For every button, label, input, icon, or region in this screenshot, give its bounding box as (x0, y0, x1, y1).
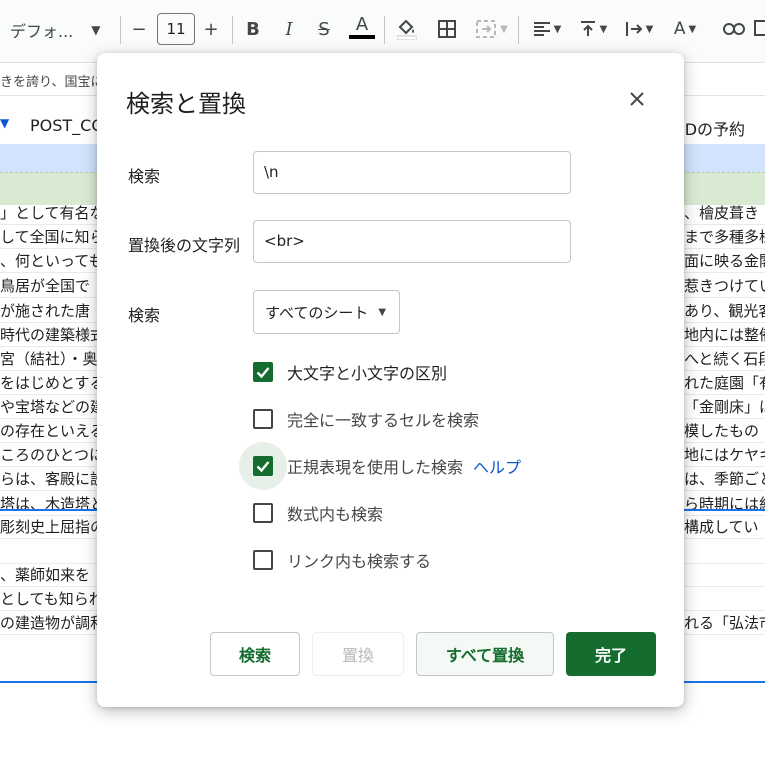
row-cell-right[interactable]: 、檜皮葺き (684, 202, 759, 223)
row-cell-right[interactable]: 地にはケヤキ (684, 444, 765, 465)
row-cell-left[interactable]: をはじめとする (0, 372, 105, 393)
row-cell-right[interactable]: あり、観光客 (684, 300, 765, 321)
bold-button[interactable]: B (242, 14, 264, 44)
replace-all-button[interactable]: すべて置換 (416, 632, 554, 676)
filter-arrow-icon[interactable]: ▼ (0, 116, 9, 130)
option-regex[interactable]: 正規表現を使用した検索 ヘルプ (239, 442, 521, 490)
row-cell-right[interactable]: 面に映る金閣 (684, 250, 765, 271)
match-case-label: 大文字と小文字の区別 (287, 364, 448, 383)
row-cell-left[interactable]: ころのひとつに (0, 444, 104, 465)
row-cell-right[interactable]: へと続く石段 (684, 348, 765, 369)
search-links-checkbox[interactable] (253, 550, 273, 570)
chevron-down-icon: ▼ (91, 23, 101, 37)
row-cell-left[interactable]: が施された唐 (0, 300, 90, 321)
toolbar-divider (384, 16, 385, 44)
row-cell-right[interactable]: ら時期には紅 (684, 493, 765, 514)
row-cell-left[interactable]: 彫刻史上屈指の (0, 516, 105, 537)
row-cell-left[interactable]: して全国に知ら (0, 226, 105, 247)
match-entire-cell-label: 完全に一致するセルを検索 (287, 411, 480, 430)
row-cell-left[interactable]: 宮（結社）・奥 (0, 348, 98, 369)
row-cell-left[interactable]: 、何といっても (0, 250, 104, 271)
insert-link-icon[interactable] (720, 14, 748, 44)
text-color-button[interactable]: A (349, 12, 375, 42)
search-formulas-checkbox[interactable] (253, 503, 273, 523)
font-size-input[interactable]: 11 (157, 13, 195, 45)
fill-color-icon[interactable] (394, 14, 420, 44)
row-cell-left[interactable]: 」として有名な (0, 202, 105, 223)
replace-input[interactable]: <br> (253, 220, 571, 263)
dialog-title: 検索と置換 (126, 90, 246, 118)
merge-cells-icon[interactable]: ▼ (470, 14, 514, 44)
help-link[interactable]: ヘルプ (473, 454, 521, 478)
row-cell-right[interactable]: 地内には整備 (684, 324, 765, 345)
replace-label: 置換後の文字列 (128, 236, 241, 255)
italic-button[interactable]: I (278, 14, 300, 44)
option-match-entire-cell[interactable]: 完全に一致するセルを検索 (253, 407, 479, 431)
increase-font-size-button[interactable]: + (200, 14, 222, 44)
row-cell-left[interactable]: や宝塔などの建 (0, 396, 105, 417)
match-case-checkbox[interactable] (253, 362, 273, 382)
option-search-formulas[interactable]: 数式内も検索 (253, 501, 383, 525)
header-cell-right[interactable]: IDの予約 (680, 116, 745, 140)
option-match-case[interactable]: 大文字と小文字の区別 (253, 360, 447, 384)
decrease-font-size-button[interactable]: − (128, 14, 150, 44)
replace-button[interactable]: 置換 (312, 632, 404, 676)
match-entire-cell-checkbox[interactable] (253, 409, 273, 429)
formula-bar-text: きを誇り、国宝に (0, 75, 104, 90)
chevron-down-icon: ▼ (378, 306, 387, 318)
row-cell-right[interactable]: れた庭園「有 (684, 372, 765, 393)
scope-select[interactable]: すべてのシート ▼ (253, 290, 400, 334)
option-search-links[interactable]: リンク内も検索する (253, 548, 431, 572)
toolbar-divider (232, 16, 233, 44)
done-button[interactable]: 完了 (566, 632, 656, 676)
text-rotation-icon[interactable]: A ▼ (665, 14, 705, 44)
row-cell-right[interactable]: 「金剛床」は (684, 396, 765, 417)
row-cell-right[interactable]: れる「弘法市 (684, 612, 765, 633)
align-left-icon[interactable]: ▼ (527, 14, 567, 44)
scope-select-value: すべてのシート (265, 303, 369, 322)
row-cell-right[interactable]: まで多種多様 (684, 226, 765, 247)
row-cell-left[interactable]: 時代の建築様式 (0, 324, 105, 345)
find-button[interactable]: 検索 (210, 632, 300, 676)
row-cell-left[interactable]: 塔は、木造塔と (0, 493, 105, 514)
row-cell-left[interactable]: 、薬師如来を (0, 564, 90, 585)
find-input[interactable]: \n (253, 151, 571, 194)
row-cell-left[interactable]: の建造物が調和 (0, 612, 105, 633)
find-replace-dialog: 検索と置換 検索 \n 置換後の文字列 <br> 検索 すべてのシート ▼ 大文… (97, 53, 684, 707)
regex-checkbox[interactable] (253, 456, 273, 476)
insert-comment-icon[interactable] (754, 14, 765, 44)
text-color-swatch (349, 35, 375, 39)
regex-label: 正規表現を使用した検索 (287, 458, 464, 477)
header-cell-left[interactable]: POST_CO (30, 116, 104, 135)
font-family-value: デフォ... (10, 22, 74, 41)
row-cell-left[interactable]: の存在といえる (0, 420, 105, 441)
row-cell-left[interactable]: らは、客殿に設 (0, 468, 105, 489)
search-links-label: リンク内も検索する (287, 552, 432, 571)
toolbar-divider (518, 16, 519, 44)
scope-label: 検索 (128, 306, 161, 325)
row-cell-right[interactable]: 模したもの (684, 420, 759, 441)
toolbar-divider (120, 16, 121, 44)
row-cell-right[interactable]: 惹きつけてい (684, 275, 765, 296)
search-formulas-label: 数式内も検索 (287, 505, 384, 524)
text-wrap-icon[interactable]: ▼ (619, 14, 659, 44)
row-cell-right[interactable]: は、季節ごと (684, 468, 765, 489)
font-family-select[interactable]: デフォ... ▼ (10, 14, 110, 46)
row-cell-right[interactable]: 構成してい (684, 516, 759, 537)
strikethrough-button[interactable]: S (313, 14, 335, 44)
close-icon[interactable] (623, 85, 651, 113)
vertical-align-icon[interactable]: ▼ (573, 14, 613, 44)
row-cell-left[interactable]: としても知られ (0, 588, 104, 609)
text-color-glyph: A (355, 14, 369, 35)
find-label: 検索 (128, 167, 161, 186)
row-cell-left[interactable]: 鳥居が全国で (0, 275, 90, 296)
borders-icon[interactable] (434, 14, 460, 44)
